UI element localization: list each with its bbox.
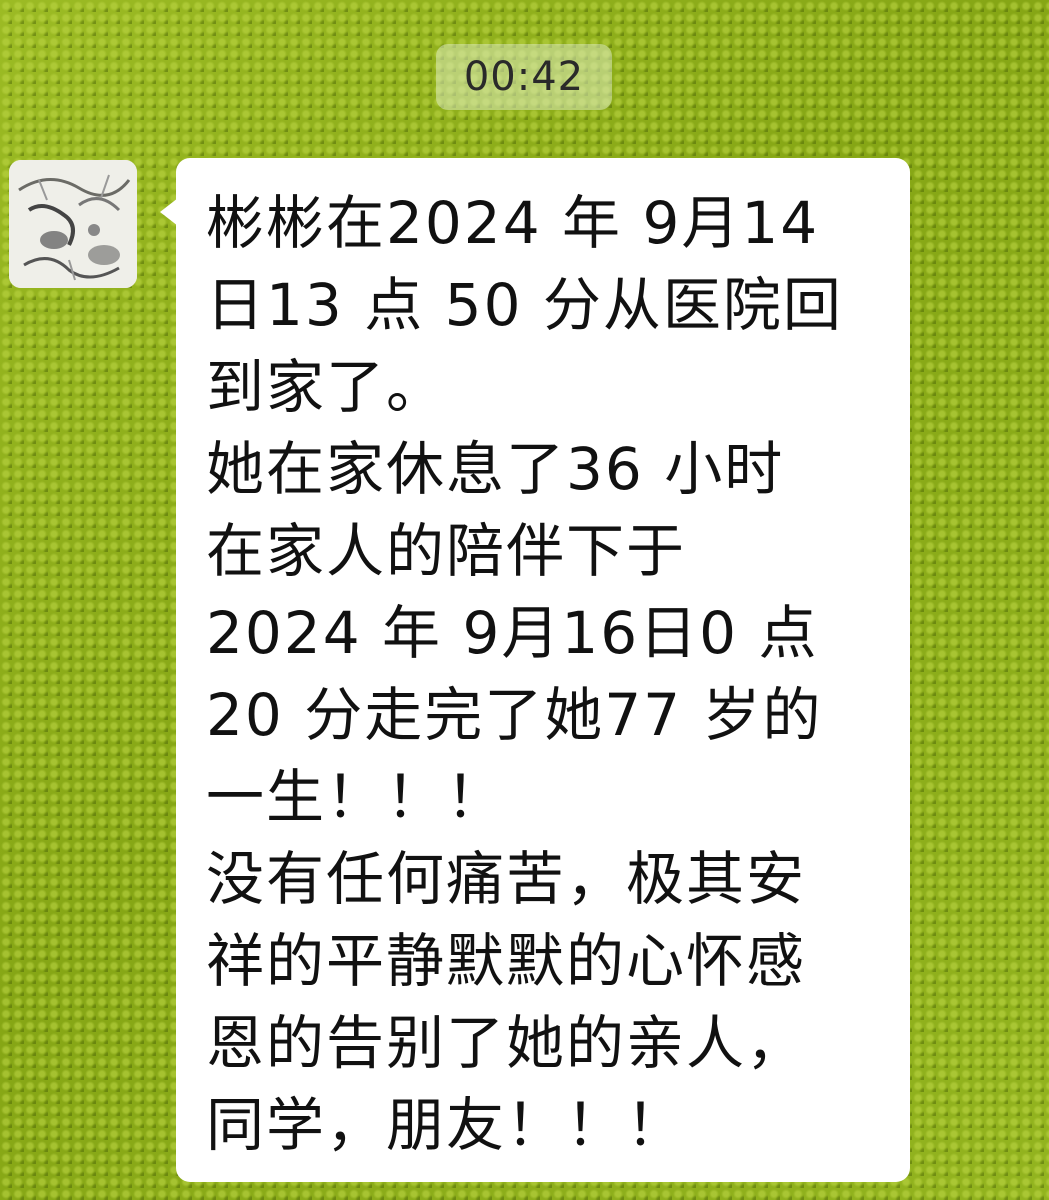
message-text: 彬彬在2024 年 9月14 日13 点 50 分从医院回 到家了。 她在家休息… — [206, 182, 890, 1166]
bubble-tail — [160, 198, 178, 226]
message-line: 日13 点 50 分从医院回 — [206, 271, 843, 339]
message-line: 她在家休息了36 小时 — [206, 435, 785, 503]
message-line: 2024 年 9月16日0 点 — [206, 599, 819, 667]
ink-painting-avatar-icon — [9, 160, 137, 288]
message-line: 在家人的陪伴下于 — [206, 517, 687, 585]
message-line: 到家了。 — [206, 353, 447, 421]
timestamp-text: 00:42 — [463, 54, 585, 100]
message-line: 一生！！！ — [206, 763, 507, 831]
message-bubble[interactable]: 彬彬在2024 年 9月14 日13 点 50 分从医院回 到家了。 她在家休息… — [160, 158, 910, 1182]
message-timestamp: 00:42 — [436, 44, 612, 110]
avatar[interactable] — [9, 160, 137, 288]
message-line: 没有任何痛苦，极其安 — [206, 845, 807, 913]
message-line: 彬彬在2024 年 9月14 — [206, 189, 820, 257]
message-line: 20 分走完了她77 岁的 — [206, 681, 823, 749]
message-line: 恩的告别了她的亲人， — [206, 1009, 807, 1077]
chat-area[interactable]: 00:42 彬彬在2024 年 9月14 日13 点 50 分从医院回 到家了。… — [0, 0, 1049, 1200]
message-line: 祥的平静默默的心怀感 — [206, 927, 807, 995]
message-line: 同学，朋友！！！ — [206, 1091, 687, 1159]
